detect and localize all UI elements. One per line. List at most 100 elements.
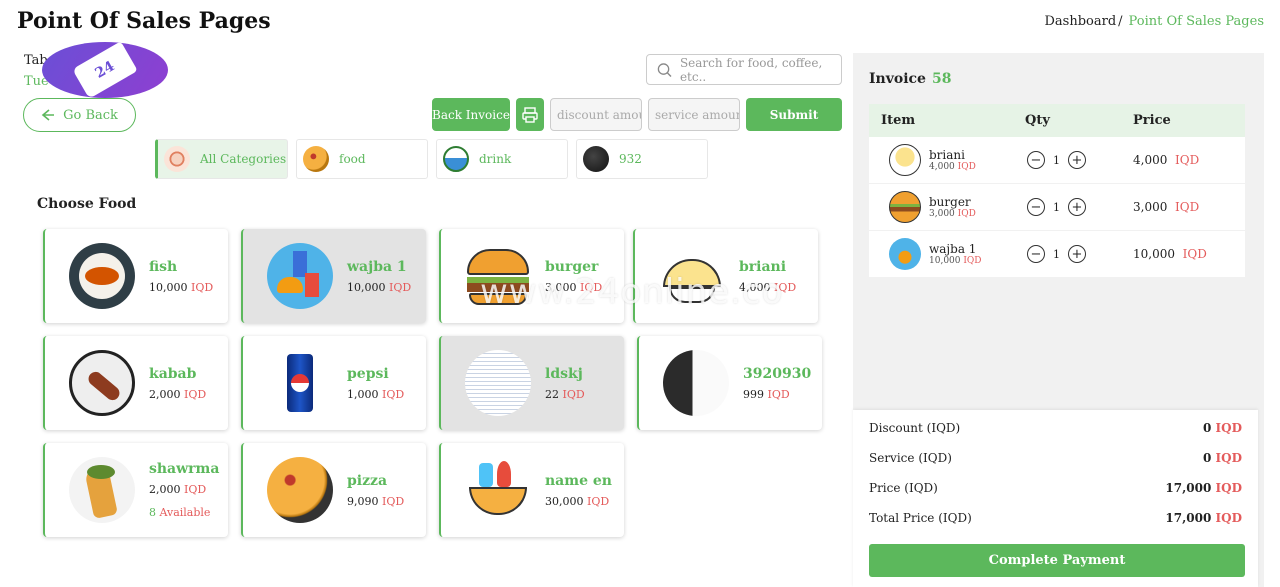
rice-bowl-icon bbox=[889, 144, 921, 176]
breadcrumb-separator: / bbox=[1118, 14, 1123, 29]
currency-label: IQD bbox=[580, 280, 603, 294]
invoice-item-name: burger bbox=[929, 195, 971, 209]
food-card-pepsi[interactable]: pepsi 1,000 IQD bbox=[241, 336, 426, 430]
invoice-number: 58 bbox=[931, 71, 952, 87]
invoice-item-unit-price: 4,000 bbox=[929, 162, 955, 172]
go-back-button[interactable]: Go Back bbox=[23, 98, 136, 132]
search-input[interactable]: Search for food, coffee, etc.. bbox=[646, 54, 842, 85]
food-name: kabab bbox=[149, 365, 197, 382]
invoice-table: Item Qty Price briani 4,000 IQD −1 + 4,000… bbox=[869, 104, 1245, 278]
increase-qty-icon[interactable]: + bbox=[1068, 151, 1086, 169]
rice-bowl-icon bbox=[659, 243, 725, 309]
food-card-3920930[interactable]: 3920930 999 IQD bbox=[637, 336, 822, 430]
category-drink[interactable]: drink bbox=[436, 139, 568, 179]
invoice-table-header: Item Qty Price bbox=[869, 104, 1245, 137]
col-qty-header: Qty bbox=[1025, 113, 1050, 128]
food-price: 10,000 bbox=[347, 280, 386, 294]
currency-label: IQD bbox=[587, 494, 610, 508]
food-card-fish[interactable]: fish 10,000 IQD bbox=[43, 229, 228, 323]
print-button[interactable] bbox=[516, 98, 544, 131]
decrease-qty-icon[interactable]: − bbox=[1027, 198, 1045, 216]
available-label: Available bbox=[159, 506, 211, 519]
search-placeholder: Search for food, coffee, etc.. bbox=[679, 55, 823, 84]
invoice-row: burger 3,000 IQD −1 + 3,000 IQD bbox=[869, 184, 1245, 231]
category-food[interactable]: food bbox=[296, 139, 428, 179]
currency-label: IQD bbox=[184, 387, 207, 401]
food-card-kabab[interactable]: kabab 2,000 IQD bbox=[43, 336, 228, 430]
invoice-title: Invoice 58 bbox=[869, 71, 951, 87]
food-name: name en bbox=[545, 472, 612, 489]
increase-qty-icon[interactable]: + bbox=[1068, 198, 1086, 216]
total-price-value: 17,000 bbox=[1165, 511, 1212, 525]
price-label: Price (IQD) bbox=[869, 481, 938, 495]
breadcrumb-current: Point Of Sales Pages bbox=[1128, 14, 1264, 29]
submit-button[interactable]: Submit bbox=[746, 98, 842, 131]
service-value: 0 bbox=[1202, 451, 1212, 465]
food-card-shawrma[interactable]: shawrma 2,000 IQD 8 Available bbox=[43, 443, 228, 537]
total-price-row: Total Price (IQD) 17,000 IQD bbox=[869, 511, 1242, 525]
logo-overlay: 24 bbox=[42, 41, 168, 99]
currency-label: IQD bbox=[957, 209, 976, 219]
back-arrow-icon bbox=[41, 109, 55, 121]
invoice-item-qty: 1 bbox=[1053, 247, 1060, 261]
increase-qty-icon[interactable]: + bbox=[1068, 245, 1086, 263]
invoice-item-total: 10,000 bbox=[1133, 247, 1175, 261]
decrease-qty-icon[interactable]: − bbox=[1027, 151, 1045, 169]
food-name: shawrma bbox=[149, 461, 220, 477]
food-price: 9,090 bbox=[347, 494, 379, 508]
invoice-item-name: wajba 1 bbox=[929, 242, 977, 256]
invoice-item-qty: 1 bbox=[1053, 200, 1060, 214]
salad-bowl-icon bbox=[443, 146, 469, 172]
currency-label: IQD bbox=[963, 256, 982, 266]
price-tag-icon: 24 bbox=[72, 41, 138, 99]
food-name: fish bbox=[149, 258, 178, 275]
food-name: pizza bbox=[347, 472, 388, 489]
discount-row: Discount (IQD) 0 IQD bbox=[869, 421, 1242, 435]
search-icon bbox=[657, 62, 672, 77]
food-name: ldskj bbox=[545, 365, 583, 382]
category-932[interactable]: 932 bbox=[576, 139, 708, 179]
pizza-icon bbox=[267, 457, 333, 523]
currency-label: IQD bbox=[767, 387, 790, 401]
food-price: 3,000 bbox=[545, 280, 577, 294]
food-card-wajba-1[interactable]: wajba 1 10,000 IQD bbox=[241, 229, 426, 323]
currency-label: IQD bbox=[1175, 200, 1200, 214]
invoice-item-qty: 1 bbox=[1053, 153, 1060, 167]
dark-circle-icon bbox=[583, 146, 609, 172]
printer-icon bbox=[522, 106, 538, 123]
breadcrumb: Dashboard / Point Of Sales Pages bbox=[1045, 14, 1265, 29]
food-price: 1,000 bbox=[347, 387, 379, 401]
currency-label: IQD bbox=[562, 387, 585, 401]
back-invoice-button[interactable]: Back Invoice bbox=[432, 98, 510, 131]
category-label: All Categories bbox=[200, 152, 287, 166]
invoice-item-total: 4,000 bbox=[1133, 153, 1168, 167]
food-price: 4,000 bbox=[739, 280, 771, 294]
food-card-name-en[interactable]: name en 30,000 IQD bbox=[439, 443, 624, 537]
food-name: briani bbox=[739, 258, 787, 275]
discount-label: Discount (IQD) bbox=[869, 421, 961, 435]
food-price: 999 bbox=[743, 387, 764, 401]
category-label: food bbox=[339, 152, 366, 166]
pepsi-can-icon bbox=[267, 350, 333, 416]
currency-label: IQD bbox=[1215, 481, 1242, 495]
go-back-label: Go Back bbox=[63, 107, 118, 123]
breadcrumb-dashboard[interactable]: Dashboard bbox=[1045, 14, 1117, 29]
food-card-pizza[interactable]: pizza 9,090 IQD bbox=[241, 443, 426, 537]
food-card-ldskj[interactable]: ldskj 22 IQD bbox=[439, 336, 624, 430]
food-name: burger bbox=[545, 258, 599, 275]
food-card-burger[interactable]: burger 3,000 IQD bbox=[439, 229, 624, 323]
discount-amount-field[interactable]: discount amount bbox=[550, 98, 642, 131]
decrease-qty-icon[interactable]: − bbox=[1027, 245, 1045, 263]
currency-label: IQD bbox=[191, 280, 214, 294]
service-row: Service (IQD) 0 IQD bbox=[869, 451, 1242, 465]
price-row: Price (IQD) 17,000 IQD bbox=[869, 481, 1242, 495]
grocery-bowl-icon bbox=[465, 457, 531, 523]
category-all[interactable]: All Categories bbox=[155, 139, 288, 179]
food-card-briani[interactable]: briani 4,000 IQD bbox=[633, 229, 818, 323]
food-name: wajba 1 bbox=[347, 258, 407, 275]
complete-payment-button[interactable]: Complete Payment bbox=[869, 544, 1245, 577]
currency-label: IQD bbox=[184, 483, 207, 496]
category-label: drink bbox=[479, 152, 512, 166]
service-amount-field[interactable]: service amount bbox=[648, 98, 740, 131]
fish-icon bbox=[69, 243, 135, 309]
